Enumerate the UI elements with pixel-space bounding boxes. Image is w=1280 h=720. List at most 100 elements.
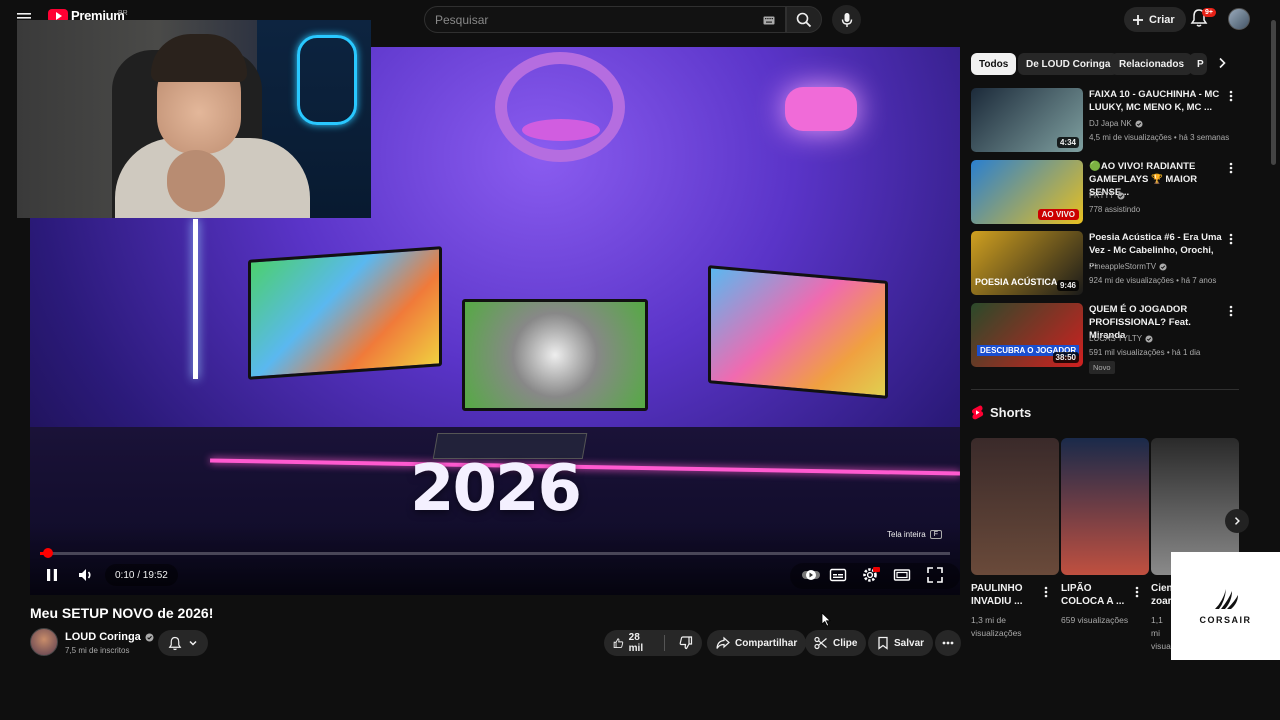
- recommendation-thumbnail[interactable]: POESIA ACÚSTICA 9:46: [971, 231, 1083, 295]
- chip-truncated[interactable]: P: [1189, 53, 1207, 75]
- fullscreen-button[interactable]: [925, 565, 945, 585]
- recommendation-item[interactable]: POESIA ACÚSTICA 9:46 Poesia Acústica #6 …: [971, 231, 1241, 299]
- desk-lamp: [785, 87, 857, 131]
- share-button[interactable]: Compartilhar: [707, 630, 807, 656]
- recommendation-thumbnail[interactable]: DESCUBRA O JOGADOR 38:50: [971, 303, 1083, 367]
- more-vertical-icon[interactable]: [1229, 305, 1233, 317]
- like-button[interactable]: 28 mil: [604, 630, 659, 656]
- more-vertical-icon[interactable]: [1044, 586, 1048, 598]
- recommendation-thumbnail[interactable]: 4:34: [971, 88, 1083, 152]
- share-icon: [716, 636, 730, 649]
- verified-icon: [1135, 119, 1143, 128]
- more-vertical-icon[interactable]: [1229, 162, 1233, 174]
- keyboard-icon[interactable]: [763, 16, 775, 25]
- subscribed-bell-button[interactable]: [158, 630, 208, 656]
- recommendation-item[interactable]: AO VIVO 🟢AO VIVO! RADIANTE GAMEPLAYS 🏆 M…: [971, 160, 1241, 228]
- shorts-header: Shorts: [971, 405, 1031, 420]
- short-title[interactable]: LIPÃO COLOCA A ...: [1061, 582, 1131, 608]
- short-title[interactable]: PAULINHO INVADIU ...: [971, 582, 1041, 608]
- new-badge: Novo: [1089, 361, 1115, 374]
- share-label: Compartilhar: [735, 637, 798, 649]
- ad-brand-text: CORSAIR: [1199, 615, 1252, 625]
- pause-icon: [47, 569, 57, 581]
- shorts-icon: [971, 405, 984, 420]
- chip-all[interactable]: Todos: [971, 53, 1017, 75]
- create-label: Criar: [1149, 13, 1175, 26]
- short-title[interactable]: Cien zoar: [1151, 582, 1171, 608]
- chevron-down-icon: [189, 640, 197, 646]
- volume-button[interactable]: [76, 565, 96, 585]
- more-vertical-icon[interactable]: [1229, 233, 1233, 245]
- pause-button[interactable]: [42, 565, 62, 585]
- gear-icon: [863, 567, 880, 582]
- channel-name-row[interactable]: LOUD Coringa: [65, 631, 154, 643]
- mouse-cursor-icon: [821, 612, 831, 627]
- scissors-icon: [814, 636, 827, 650]
- recommendation-channel[interactable]: PineappleStormTV: [1089, 262, 1167, 271]
- channel-name[interactable]: LOUD Coringa: [65, 631, 141, 643]
- recommendation-thumbnail[interactable]: AO VIVO: [971, 160, 1083, 224]
- recommendation-channel[interactable]: FRTTT: [1089, 191, 1125, 200]
- corsair-ad[interactable]: CORSAIR: [1171, 552, 1280, 660]
- page-scrollbar[interactable]: [1271, 20, 1276, 165]
- voice-search-button[interactable]: [832, 5, 861, 34]
- save-button[interactable]: Salvar: [868, 630, 934, 656]
- shorts-heading-text: Shorts: [990, 405, 1032, 420]
- corsair-sails-icon: [1214, 589, 1238, 609]
- channel-avatar[interactable]: [30, 628, 58, 656]
- create-button[interactable]: Criar: [1124, 7, 1186, 32]
- clip-label: Clipe: [833, 637, 858, 649]
- theater-mode-button[interactable]: [892, 565, 912, 585]
- search-box: [424, 6, 786, 33]
- short-thumbnail[interactable]: [971, 438, 1059, 575]
- settings-button[interactable]: [860, 565, 880, 585]
- search-input[interactable]: [425, 7, 745, 32]
- thumbnail-text: POESIA ACÚSTICA: [975, 277, 1058, 287]
- thumbs-up-icon: [613, 638, 624, 649]
- chip-from-channel[interactable]: De LOUD Coringa: [1018, 53, 1119, 75]
- notification-badge: 9+: [1202, 8, 1216, 17]
- verified-icon: [145, 633, 154, 641]
- save-label: Salvar: [894, 637, 925, 649]
- bell-icon: [168, 636, 182, 650]
- more-vertical-icon[interactable]: [1229, 90, 1233, 102]
- more-horizontal-icon: [942, 641, 954, 645]
- account-avatar[interactable]: [1228, 8, 1250, 30]
- like-divider: [664, 635, 665, 651]
- more-actions-button[interactable]: [935, 630, 961, 656]
- thumbs-down-icon: [679, 636, 693, 650]
- mic-icon: [841, 12, 852, 27]
- recommendation-channel[interactable]: DJ Japa NK: [1089, 119, 1143, 128]
- ring-light-glow: [522, 119, 600, 141]
- recommendation-title[interactable]: FAIXA 10 - GAUCHINHA - MC LUUKY, MC MENO…: [1089, 88, 1224, 114]
- short-thumbnail[interactable]: [1061, 438, 1149, 575]
- chip-related[interactable]: Relacionados: [1111, 53, 1193, 75]
- recommendation-item[interactable]: DESCUBRA O JOGADOR 38:50 QUEM É O JOGADO…: [971, 303, 1241, 379]
- search-button[interactable]: [786, 6, 822, 33]
- monitor-center: [462, 299, 648, 411]
- recommendation-item[interactable]: 4:34 FAIXA 10 - GAUCHINHA - MC LUUKY, MC…: [971, 88, 1241, 156]
- autoplay-icon: [802, 570, 820, 580]
- neon-bar: [193, 219, 198, 379]
- dislike-button[interactable]: [670, 630, 702, 656]
- webcam-person-hair: [151, 34, 247, 82]
- tooltip-text: Tela inteira: [887, 530, 926, 539]
- subscriber-count: 7,5 mi de inscritos: [65, 646, 130, 655]
- chevron-right-icon: [1219, 57, 1226, 69]
- more-vertical-icon[interactable]: [1135, 586, 1139, 598]
- volume-icon: [79, 569, 91, 581]
- video-title: Meu SETUP NOVO de 2026!: [30, 605, 214, 621]
- progress-bar[interactable]: [40, 548, 950, 558]
- fullscreen-tooltip: Tela inteira F: [887, 530, 942, 539]
- subtitles-button[interactable]: [828, 565, 848, 585]
- shorts-next-button[interactable]: [1225, 509, 1249, 533]
- chip-next-button[interactable]: [1214, 55, 1230, 71]
- channel-text: FRTTT: [1089, 191, 1115, 200]
- progress-scrubber[interactable]: [42, 548, 53, 558]
- sidebar-divider: [971, 389, 1239, 390]
- recommendation-channel[interactable]: LUCAS TYLTY: [1089, 334, 1153, 343]
- autoplay-toggle[interactable]: [800, 565, 822, 585]
- clip-button[interactable]: Clipe: [805, 630, 867, 656]
- monitor-right: [708, 265, 888, 399]
- recommendation-meta: 778 assistindo: [1089, 205, 1141, 214]
